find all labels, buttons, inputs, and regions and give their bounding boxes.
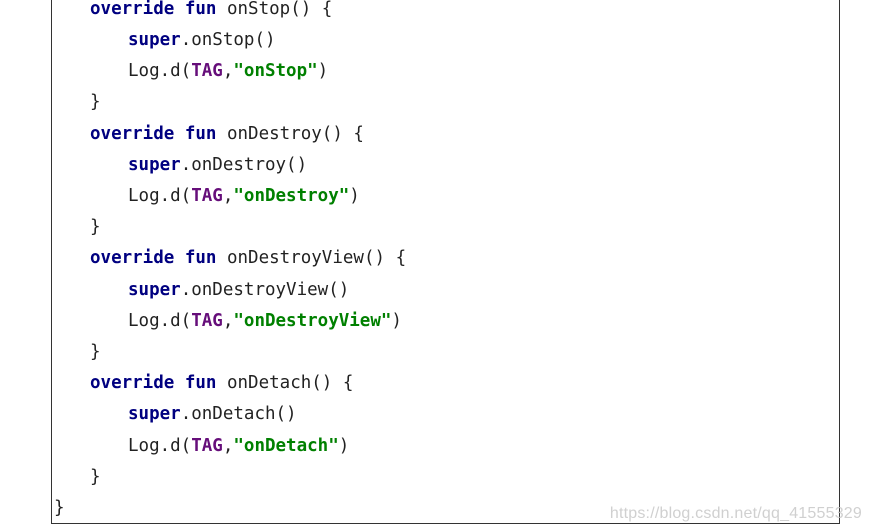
- code-line: Log.d(TAG,"onDestroy"): [128, 181, 360, 212]
- keyword-token: override: [90, 248, 175, 268]
- code-token: Log.d(: [128, 186, 192, 206]
- code-line: override fun onDestroyView() {: [90, 243, 406, 274]
- code-line: override fun onDetach() {: [90, 368, 353, 399]
- code-block: override fun onStop() { super.onStop() L…: [51, 0, 840, 524]
- code-token: onDetach() {: [216, 373, 354, 393]
- keyword-token: fun: [184, 248, 217, 268]
- code-token: ): [317, 61, 329, 81]
- string-token: "onDestroyView": [233, 311, 392, 331]
- code-line: super.onDestroy(): [128, 150, 307, 181]
- keyword-token: super: [128, 404, 181, 424]
- code-token: }: [54, 498, 65, 518]
- code-token: ,: [222, 186, 234, 206]
- code-token: }: [90, 342, 101, 362]
- keyword-token: super: [128, 155, 181, 175]
- code-line: }: [90, 337, 101, 368]
- code-token: ): [338, 436, 350, 456]
- code-token: .onDestroy(): [180, 155, 308, 175]
- tag-token: TAG: [191, 311, 223, 331]
- code-line: override fun onDestroy() {: [90, 119, 364, 150]
- code-line: super.onDestroyView(): [128, 275, 349, 306]
- code-token: }: [90, 467, 101, 487]
- code-token: }: [90, 92, 101, 112]
- code-token: onStop() {: [216, 0, 333, 19]
- code-line: }: [90, 462, 101, 493]
- code-token: .onDetach(): [180, 404, 297, 424]
- keyword-token: override: [90, 124, 175, 144]
- watermark-text: https://blog.csdn.net/qq_41555329: [609, 505, 862, 522]
- code-line: Log.d(TAG,"onStop"): [128, 56, 328, 87]
- code-line: }: [90, 212, 101, 243]
- keyword-token: super: [128, 280, 181, 300]
- code-body: override fun onStop() { super.onStop() L…: [52, 0, 839, 523]
- code-token: onDestroyView() {: [216, 248, 407, 268]
- string-token: "onDetach": [233, 436, 339, 456]
- tag-token: TAG: [191, 186, 223, 206]
- code-token: .onStop(): [180, 30, 276, 50]
- code-token: Log.d(: [128, 61, 192, 81]
- string-token: "onStop": [233, 61, 318, 81]
- code-token: }: [90, 217, 101, 237]
- code-token: Log.d(: [128, 436, 192, 456]
- string-token: "onDestroy": [233, 186, 350, 206]
- code-line: override fun onStop() {: [90, 0, 332, 25]
- tag-token: TAG: [191, 61, 223, 81]
- code-token: ): [391, 311, 402, 331]
- code-line: }: [90, 87, 101, 118]
- keyword-token: super: [128, 30, 181, 50]
- code-line: }: [54, 493, 65, 524]
- code-token: ,: [222, 436, 234, 456]
- code-token: ): [349, 186, 360, 206]
- code-line: super.onDetach(): [128, 399, 297, 430]
- tag-token: TAG: [191, 436, 223, 456]
- keyword-token: fun: [184, 0, 217, 19]
- code-token: ,: [222, 61, 234, 81]
- code-token: Log.d(: [128, 311, 192, 331]
- keyword-token: override: [90, 373, 175, 393]
- keyword-token: fun: [184, 373, 217, 393]
- code-token: ,: [222, 311, 234, 331]
- code-token: .onDestroyView(): [180, 280, 350, 300]
- code-token: onDestroy() {: [216, 124, 364, 144]
- keyword-token: fun: [184, 124, 217, 144]
- code-line: Log.d(TAG,"onDestroyView"): [128, 306, 402, 337]
- code-line: super.onStop(): [128, 25, 276, 56]
- keyword-token: override: [90, 0, 175, 19]
- code-line: Log.d(TAG,"onDetach"): [128, 431, 349, 462]
